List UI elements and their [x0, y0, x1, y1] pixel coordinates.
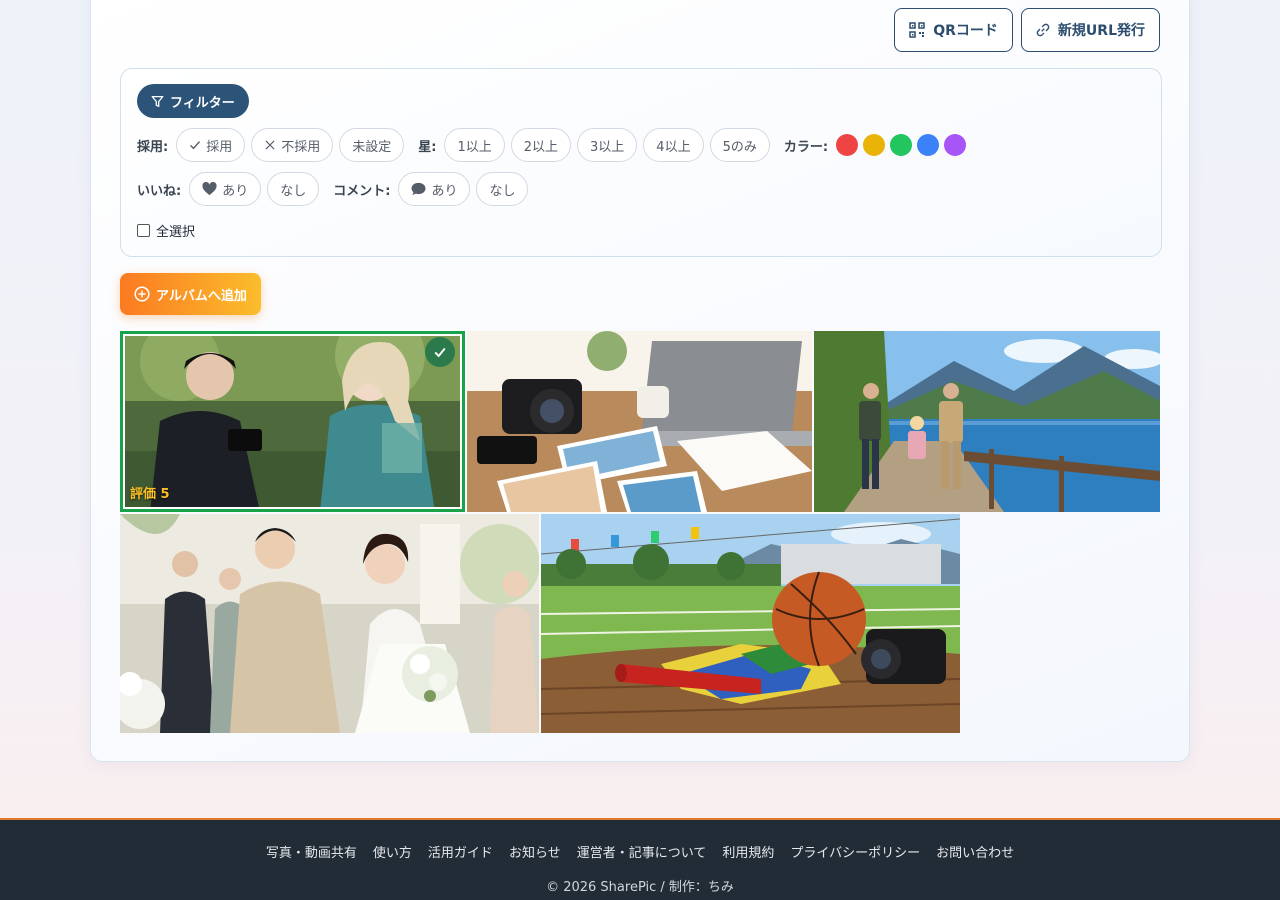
link-icon [1036, 23, 1050, 37]
color-swatch-2[interactable] [863, 134, 886, 156]
likes-yes-pill[interactable]: あり [189, 172, 262, 206]
photo-tile-2[interactable] [467, 331, 812, 512]
color-swatch-4[interactable] [917, 134, 940, 156]
photo-tile-4[interactable] [120, 514, 539, 733]
select-all-label: 全選択 [156, 225, 196, 240]
color-swatch-3[interactable] [890, 134, 913, 156]
stars-2-label: 2以上 [523, 139, 559, 155]
qr-code-icon [909, 22, 925, 38]
new-url-button[interactable]: 新規URL発行 [1020, 8, 1160, 52]
color-swatches [836, 134, 971, 156]
speech-bubble-icon [411, 182, 426, 196]
photo-tile-1[interactable]: 評価 5 [120, 331, 465, 512]
photo-4-image [120, 514, 539, 733]
adoption-unset-label: 未設定 [352, 139, 392, 155]
comments-no-pill[interactable]: なし [476, 172, 529, 206]
qr-code-button[interactable]: QRコード [894, 8, 1013, 52]
stars-2-pill[interactable]: 2以上 [510, 128, 572, 162]
adoption-adopted-pill[interactable]: 採用 [176, 128, 246, 162]
adoption-rejected-label: 不採用 [281, 139, 321, 155]
photo-5-image [541, 514, 960, 733]
footer-link-guide[interactable]: 活用ガイド [428, 842, 493, 861]
photo-1-image [120, 331, 465, 512]
stars-label: 星: [418, 139, 437, 155]
top-actions: QRコード 新規URL発行 [894, 8, 1160, 52]
add-to-album-label: アルバムへ追加 [156, 288, 247, 304]
likes-label: いいね: [137, 183, 182, 199]
copyright: © 2026 SharePic / 制作：ちみ [546, 880, 734, 895]
stars-3-pill[interactable]: 3以上 [577, 128, 638, 162]
heart-icon [202, 182, 217, 196]
selected-check-badge[interactable] [425, 337, 455, 367]
likes-yes-label: あり [222, 183, 249, 199]
select-all-control[interactable]: 全選択 [137, 221, 195, 240]
color-label: カラー: [783, 139, 829, 155]
likes-no-pill[interactable]: なし [267, 172, 320, 206]
filter-row-2: いいね: あり なし コメント: あり なし [137, 172, 529, 206]
gallery-card: QRコード 新規URL発行 フィルター 採用: 採用 不採用 未設定 星: 1以… [90, 0, 1190, 762]
stars-5-label: 5のみ [722, 139, 757, 155]
footer-link-share[interactable]: 写真・動画共有 [266, 842, 357, 861]
comments-no-label: なし [489, 183, 516, 199]
stars-3-label: 3以上 [590, 139, 625, 155]
likes-no-label: なし [280, 183, 307, 199]
footer-link-privacy[interactable]: プライバシーポリシー [790, 842, 920, 861]
stars-4-label: 4以上 [656, 139, 691, 155]
footer-link-contact[interactable]: お問い合わせ [936, 842, 1014, 861]
adoption-rejected-pill[interactable]: 不採用 [251, 128, 334, 162]
plus-circle-icon [134, 286, 150, 302]
filter-toggle-button[interactable]: フィルター [137, 84, 249, 118]
stars-4-pill[interactable]: 4以上 [643, 128, 704, 162]
footer-link-howto[interactable]: 使い方 [373, 842, 412, 861]
qr-code-label: QRコード [933, 23, 998, 39]
select-all-checkbox[interactable] [137, 224, 150, 237]
footer-link-terms[interactable]: 利用規約 [722, 842, 774, 861]
adoption-label: 採用: [137, 139, 169, 155]
check-icon [190, 141, 201, 150]
footer-link-about[interactable]: 運営者・記事について [577, 842, 707, 861]
adoption-unset-pill[interactable]: 未設定 [339, 128, 405, 162]
filter-panel: フィルター 採用: 採用 不採用 未設定 星: 1以上 2以上 3以上 4以上 … [120, 68, 1162, 257]
stars-5-pill[interactable]: 5のみ [709, 128, 770, 162]
photo-tile-5[interactable] [541, 514, 960, 733]
stars-1-label: 1以上 [457, 139, 492, 155]
photo-tile-3[interactable] [814, 331, 1160, 512]
footer-links: 写真・動画共有 使い方 活用ガイド お知らせ 運営者・記事について 利用規約 プ… [0, 842, 1280, 861]
filter-toggle-label: フィルター [170, 95, 235, 111]
comments-yes-pill[interactable]: あり [398, 172, 471, 206]
filter-row-1: 採用: 採用 不採用 未設定 星: 1以上 2以上 3以上 4以上 5のみ カラ… [137, 128, 971, 162]
photo-3-image [814, 331, 1160, 512]
color-swatch-5[interactable] [944, 134, 967, 156]
new-url-label: 新規URL発行 [1057, 23, 1145, 39]
filter-row-3: 全選択 [137, 221, 195, 240]
stars-1-pill[interactable]: 1以上 [444, 128, 505, 162]
photo-2-image [467, 331, 812, 512]
x-icon [265, 140, 275, 150]
footer-link-news[interactable]: お知らせ [509, 842, 561, 861]
color-swatch-1[interactable] [836, 134, 859, 156]
comments-label: コメント: [333, 183, 391, 199]
photo-rating: 評価 5 [130, 487, 170, 502]
adoption-adopted-label: 採用 [206, 139, 233, 155]
check-icon [434, 347, 446, 358]
comments-yes-label: あり [431, 183, 458, 199]
site-footer: 写真・動画共有 使い方 活用ガイド お知らせ 運営者・記事について 利用規約 プ… [0, 818, 1280, 900]
add-to-album-button[interactable]: アルバムへ追加 [120, 273, 261, 315]
funnel-icon [151, 95, 164, 107]
